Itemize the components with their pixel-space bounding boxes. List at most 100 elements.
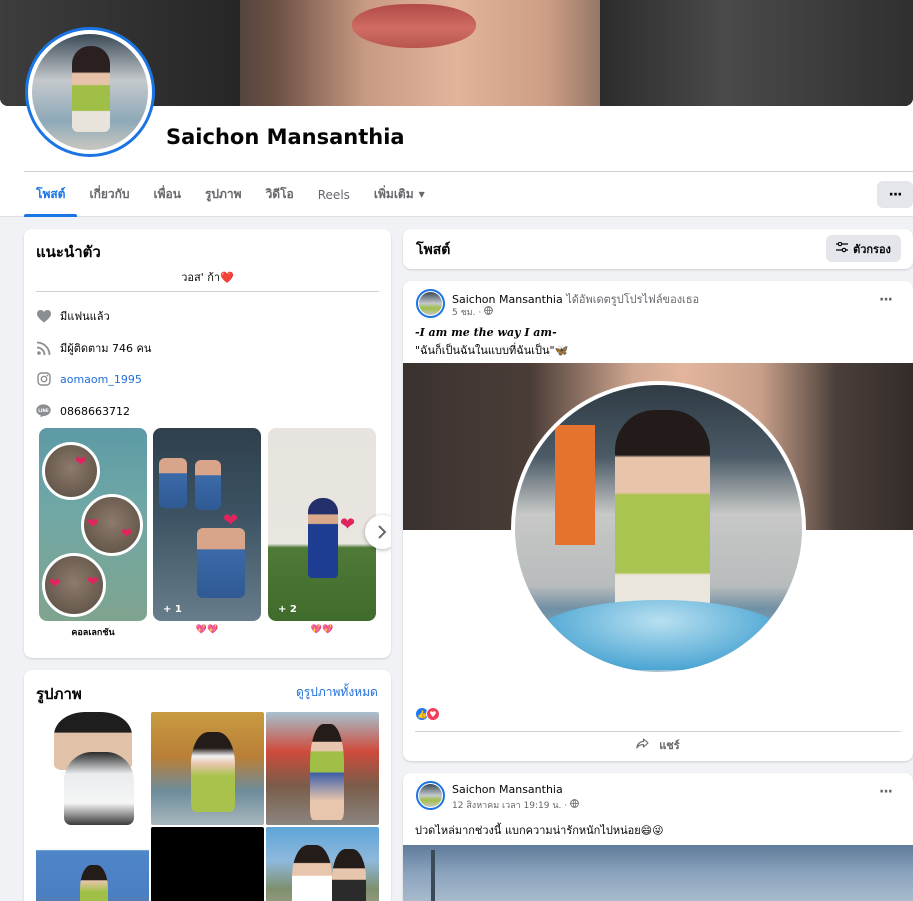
highlight-kid-shape [197,528,245,598]
more-dots-icon: ··· [879,784,893,800]
profile-name: Saichon Mansanthia [166,125,405,149]
highlight-count: + 2 [278,604,297,615]
heart-icon: ❤ [75,454,87,470]
profile-header: Saichon Mansanthia โพสต์ เกี่ยวกับ เพื่อ… [0,0,913,217]
post-options-button[interactable]: ··· [879,292,893,308]
photo-figure-shape [64,752,134,825]
cover-lips-shape [352,4,476,48]
more-dots-icon: ··· [879,292,893,308]
line-id-text: 0868663712 [60,404,130,418]
profile-avatar-image [32,34,148,150]
highlight-bubble [42,442,100,500]
post-timestamp[interactable]: 5 ชม. · [452,305,481,319]
intro-card: แนะนำตัว วอส' ก้า❤️ มีแฟนแล้ว มีผู้ติดตา… [24,229,391,658]
chevron-right-icon [378,525,387,539]
svg-text:LINE: LINE [38,408,49,413]
post-profile-image[interactable] [403,363,913,699]
post-text: ปวดไหล่มากช่วงนี้ แบกความน่ารักหนักไปหน่… [415,824,664,837]
tab-photos[interactable]: รูปภาพ [193,172,254,217]
highlight-3[interactable]: ❤ + 2 [268,428,376,621]
post-caption-line2: "ฉันก็เป็นฉันในแบบที่ฉันเป็น"🦋 [415,344,569,357]
post-options-button[interactable]: ··· [879,784,893,800]
post-avatar-image [419,784,442,807]
post-author-line: Saichon Mansanthia [452,783,563,796]
info-line: LINE 0868663712 [36,402,130,420]
tab-posts[interactable]: โพสต์ [24,172,78,217]
globe-icon [570,799,579,811]
tab-more[interactable]: เพิ่มเติม ▼ [362,172,437,217]
photo-thumbnail[interactable] [266,712,379,825]
highlight-2[interactable]: ❤ + 1 [153,428,261,621]
profile-avatar[interactable] [25,27,155,157]
photos-title: รูปภาพ [36,685,82,703]
photos-card: รูปภาพ ดูรูปภาพทั้งหมด [24,670,391,901]
cover-shirt-shape [600,0,913,106]
post-reactions[interactable]: 👍 ♥ [415,707,440,721]
relationship-text: มีแฟนแล้ว [60,310,110,323]
post-author-avatar[interactable] [416,289,445,318]
post-meta: 12 สิงหาคม เวลา 19:19 น. · [452,798,579,812]
post-caption-line1: -I am me the way I am- [415,326,557,339]
heart-icon: ❤ [121,526,133,542]
share-label: แชร์ [659,739,680,752]
post-author-avatar[interactable] [416,781,445,810]
line-icon: LINE [36,404,51,419]
avatar-person-shape [72,46,110,132]
tab-videos[interactable]: วิดีโอ [254,172,306,217]
tab-reels[interactable]: Reels [306,172,362,217]
post-timestamp[interactable]: 12 สิงหาคม เวลา 19:19 น. · [452,798,567,812]
filter-icon [836,241,849,256]
heart-icon: ❤ [223,510,239,531]
photo-figure-shape [332,849,366,901]
tab-about[interactable]: เกี่ยวกับ [77,172,141,217]
heart-icon: ❤ [87,516,99,532]
photo-figure-shape [292,845,332,901]
intro-title: แนะนำตัว [36,243,101,261]
highlight-collection[interactable]: ❤ ❤ ❤ ❤ ❤ [39,428,147,621]
highlight-kid-shape [159,458,187,508]
rss-icon [36,341,51,356]
photo-figure-shape [310,724,344,820]
heart-icon [36,309,51,324]
post-sink-shape [535,600,785,670]
share-button[interactable]: แชร์ [403,736,913,754]
instagram-icon [36,372,51,387]
globe-icon [484,306,494,318]
post-divider [415,731,901,732]
photo-thumbnail[interactable] [151,827,264,901]
post-author-name[interactable]: Saichon Mansanthia [452,783,563,796]
post-profile-circle [511,381,806,676]
photo-thumbnail[interactable] [266,827,379,901]
photo-figure-shape [80,865,108,901]
more-options-button[interactable]: ··· [877,181,913,208]
highlight-kid-shape [195,460,221,510]
highlight-caption: 💖💖 [310,625,334,635]
photo-thumbnail[interactable] [36,712,149,825]
post-meta: 5 ชม. · [452,305,494,319]
highlights-next-button[interactable] [365,515,391,549]
share-icon [636,738,653,752]
post-profile-update: Saichon Mansanthia ได้อัพเดตรูปโปรไฟล์ขอ… [403,281,913,761]
post-pole-shape [431,850,435,901]
photo-thumbnail[interactable] [36,827,149,901]
post-image[interactable] [403,845,913,901]
tab-friends[interactable]: เพื่อน [142,172,193,217]
highlight-count: + 1 [163,604,182,615]
caret-down-icon: ▼ [418,190,425,199]
post-action-text: ได้อัพเดตรูปโปรไฟล์ของเธอ [562,293,700,306]
post-avatar-image [419,292,442,315]
highlight-caption: 💖💖 [195,625,219,635]
tab-more-label: เพิ่มเติม [373,187,414,201]
heart-icon: ❤ [87,574,99,590]
post-status: Saichon Mansanthia 12 สิงหาคม เวลา 19:19… [403,773,913,901]
instagram-link[interactable]: aomaom_1995 [60,373,142,386]
filter-label: ตัวกรอง [853,242,891,256]
love-reaction-icon: ♥ [426,707,440,721]
photo-figure-shape [191,732,235,812]
photo-thumbnail[interactable] [151,712,264,825]
profile-tabs: โพสต์ เกี่ยวกับ เพื่อน รูปภาพ วิดีโอ Ree… [24,172,437,217]
bio-divider [36,291,379,292]
filter-button[interactable]: ตัวกรอง [826,235,901,262]
see-all-photos-link[interactable]: ดูรูปภาพทั้งหมด [296,683,378,702]
highlight-caption: คอลเลกชัน [71,628,115,638]
